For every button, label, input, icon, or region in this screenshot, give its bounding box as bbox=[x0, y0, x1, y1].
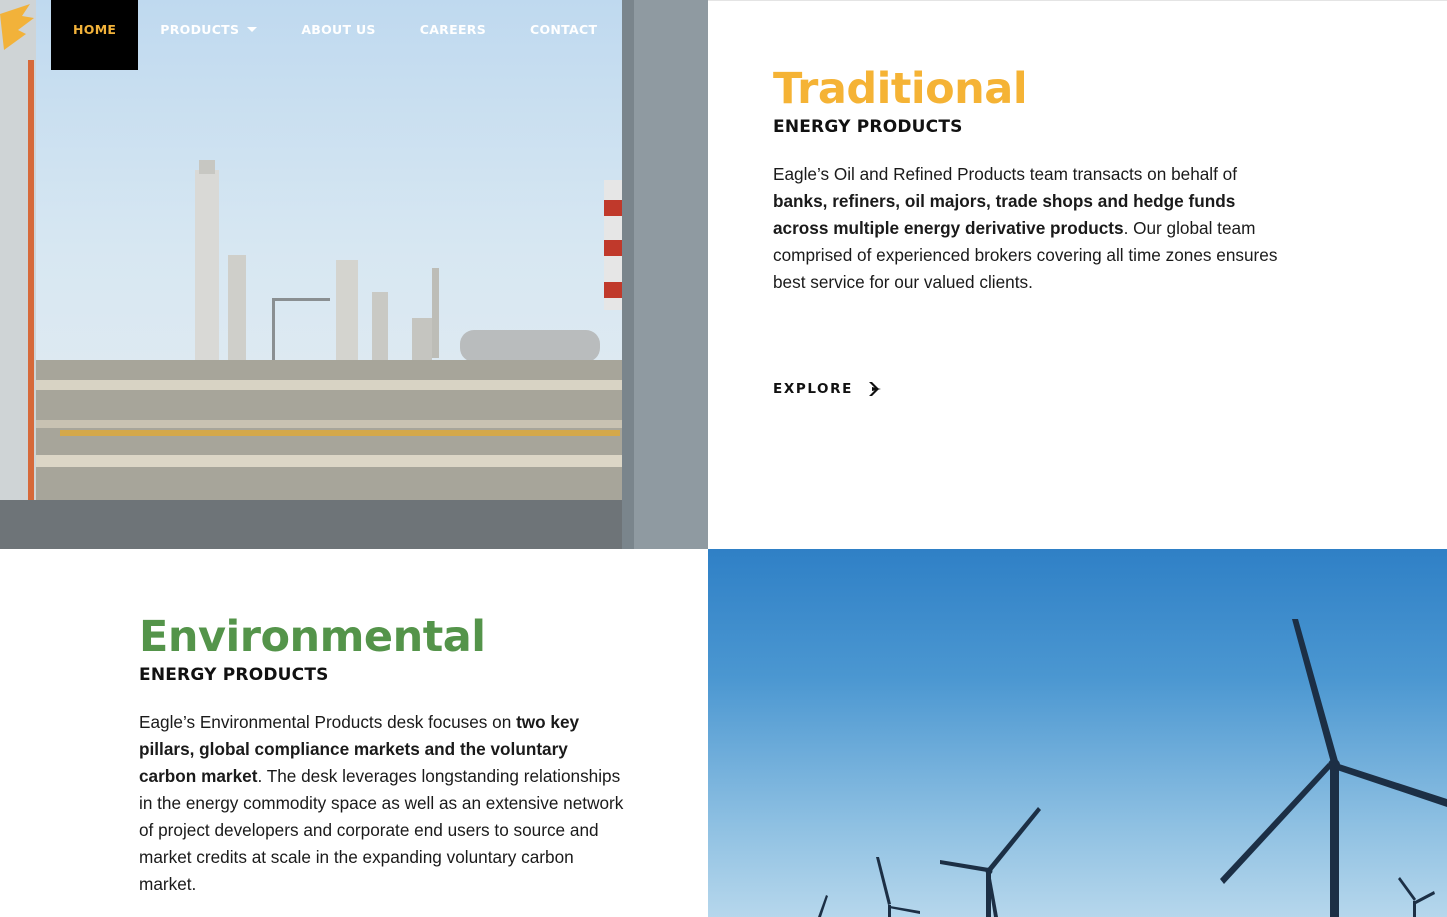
environmental-text-before: Eagle’s Environmental Products desk focu… bbox=[139, 712, 517, 732]
nav-home[interactable]: HOME bbox=[51, 0, 139, 70]
eagle-wing-icon[interactable] bbox=[0, 0, 34, 56]
main-nav: HOME PRODUCTS ABOUT US CAREERS CONTACT bbox=[51, 0, 619, 70]
traditional-title: Traditional bbox=[773, 64, 1028, 114]
nav-contact[interactable]: CONTACT bbox=[508, 0, 619, 58]
nav-about-us[interactable]: ABOUT US bbox=[279, 0, 397, 58]
chevron-down-icon bbox=[247, 26, 258, 32]
explore-label: EXPLORE bbox=[773, 381, 853, 397]
traditional-text-before: Eagle’s Oil and Refined Products team tr… bbox=[773, 164, 1238, 184]
wind-turbines-image bbox=[708, 549, 1447, 917]
nav-products-label: PRODUCTS bbox=[160, 21, 240, 37]
traditional-section: Traditional ENERGY PRODUCTS Eagle’s Oil … bbox=[708, 0, 1447, 549]
refinery-image bbox=[0, 0, 708, 549]
nav-careers[interactable]: CAREERS bbox=[398, 0, 508, 58]
explore-link[interactable]: EXPLORE bbox=[773, 381, 883, 397]
nav-about-us-label: ABOUT US bbox=[301, 21, 376, 37]
nav-products[interactable]: PRODUCTS bbox=[138, 0, 279, 58]
traditional-subtitle: ENERGY PRODUCTS bbox=[773, 117, 963, 137]
arrow-right-icon bbox=[868, 382, 881, 396]
nav-home-label: HOME bbox=[73, 21, 117, 37]
environmental-subtitle: ENERGY PRODUCTS bbox=[139, 665, 329, 685]
nav-careers-label: CAREERS bbox=[419, 21, 487, 37]
environmental-title: Environmental bbox=[139, 612, 486, 662]
traditional-description: Eagle’s Oil and Refined Products team tr… bbox=[773, 161, 1278, 296]
nav-contact-label: CONTACT bbox=[530, 21, 598, 37]
environmental-description: Eagle’s Environmental Products desk focu… bbox=[139, 709, 629, 898]
environmental-section: Environmental ENERGY PRODUCTS Eagle’s En… bbox=[0, 549, 708, 917]
